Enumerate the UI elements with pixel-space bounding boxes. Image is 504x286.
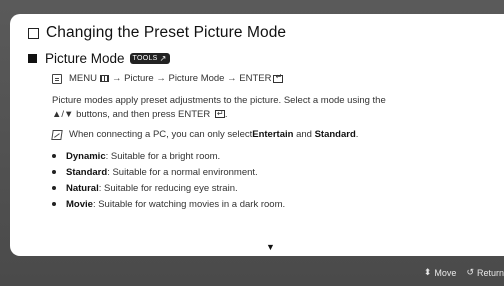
return-label: Return: [476, 267, 504, 278]
enter-icon: [273, 72, 284, 83]
list-item: Standard: Suitable for a normal environm…: [52, 164, 285, 180]
bullet-square-icon: [28, 54, 37, 63]
path-enter: ENTER: [239, 73, 272, 84]
mode-name: Dynamic: [66, 150, 106, 162]
bullet-dot-icon: [52, 202, 56, 206]
path-menu: MENU: [69, 73, 97, 84]
note-entertain: Entertain: [252, 129, 294, 140]
mode-desc: : Suitable for watching movies in a dark…: [92, 198, 286, 210]
note: When connecting a PC, you can only selec…: [51, 129, 359, 140]
mode-desc: : Suitable for reducing eye strain.: [98, 182, 238, 194]
enter-icon: [214, 107, 225, 120]
description-line-2: ▲/▼ buttons, and then press ENTER .: [52, 107, 482, 122]
description-line-2-start: ▲/▼ buttons, and then press: [52, 108, 179, 120]
manual-panel: Changing the Preset Picture Mode Picture…: [10, 14, 504, 256]
path-picture-mode: Picture Mode: [168, 73, 225, 84]
bullet-dot-icon: [52, 186, 56, 190]
note-text-and: and: [293, 129, 315, 140]
note-pencil-icon: [51, 129, 63, 140]
return-button[interactable]: ↺ Return: [466, 267, 504, 278]
bullet-dot-icon: [52, 154, 56, 158]
tools-badge-label: TOOLS: [132, 55, 158, 62]
path-arrow-2: →: [156, 73, 166, 84]
note-text-end: .: [355, 129, 359, 140]
page-heading: Changing the Preset Picture Mode: [28, 24, 286, 42]
mode-list: Dynamic: Suitable for a bright room. Sta…: [52, 148, 285, 212]
description-enter: ENTER: [178, 108, 211, 120]
note-standard: Standard: [314, 129, 356, 140]
description-line-2-end: .: [224, 108, 228, 120]
mode-name: Natural: [66, 182, 99, 194]
checkbox-icon: [28, 27, 39, 39]
list-item: Movie: Suitable for watching movies in a…: [52, 196, 285, 212]
mode-name: Movie: [66, 198, 93, 210]
menu-path: MENU → Picture → Picture Mode → ENTER: [52, 72, 284, 84]
menu-grid-icon: [99, 75, 109, 82]
description-line-1: Picture modes apply preset adjustments t…: [52, 95, 386, 106]
footer-bar: ⬍ Move ↺ Return: [414, 267, 504, 278]
move-label: Move: [434, 267, 457, 278]
mode-desc: : Suitable for a bright room.: [105, 150, 221, 162]
description: Picture modes apply preset adjustments t…: [52, 94, 482, 121]
mode-name: Standard: [66, 166, 108, 178]
return-arrow-icon: ↺: [466, 267, 474, 277]
bullet-dot-icon: [52, 170, 56, 174]
note-text-before: When connecting a PC, you can only selec…: [69, 129, 253, 140]
path-arrow-1: →: [111, 73, 122, 84]
page-title: Changing the Preset Picture Mode: [46, 24, 287, 41]
path-arrow-3: →: [227, 73, 237, 84]
mode-desc: : Suitable for a normal environment.: [107, 166, 258, 178]
tools-icon: ↗: [159, 54, 167, 63]
section-title: Picture Mode: [45, 51, 125, 66]
memo-icon: [52, 73, 62, 84]
list-item: Dynamic: Suitable for a bright room.: [52, 148, 285, 164]
path-picture: Picture: [124, 73, 154, 84]
section-heading: Picture Mode TOOLS ↗: [28, 51, 170, 66]
list-item: Natural: Suitable for reducing eye strai…: [52, 180, 285, 196]
move-hint: ⬍ Move: [424, 267, 457, 278]
tools-badge: TOOLS ↗: [129, 53, 170, 64]
updown-arrow-icon: ⬍: [423, 267, 432, 277]
scroll-down-icon[interactable]: ▼: [266, 242, 275, 252]
